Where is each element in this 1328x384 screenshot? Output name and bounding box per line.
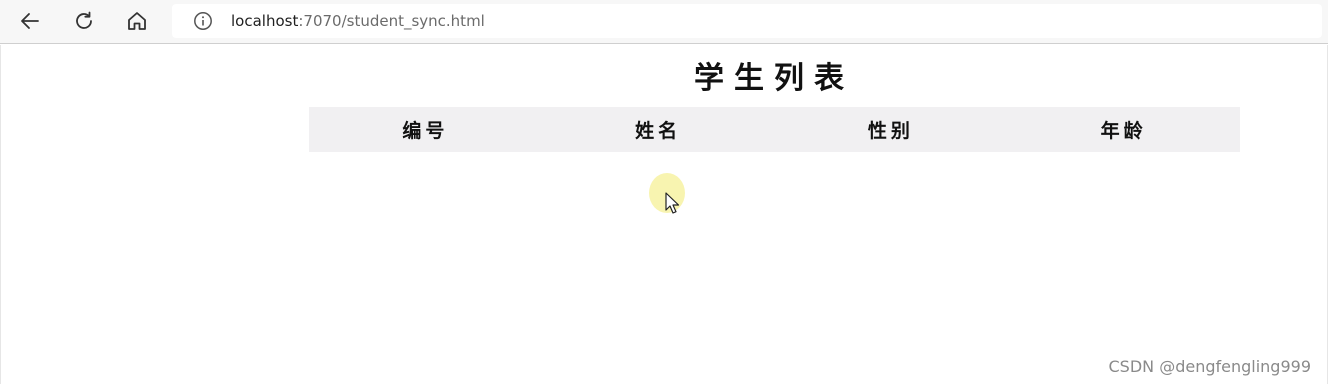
mouse-pointer-icon	[665, 192, 680, 214]
url-text[interactable]: localhost:7070/student_sync.html	[231, 12, 485, 30]
column-header-name: 姓名	[635, 120, 682, 142]
student-table: 编号 姓名 性别 年龄	[309, 107, 1240, 152]
home-button[interactable]	[121, 6, 153, 36]
page-title: 学生列表	[694, 61, 854, 96]
home-icon	[128, 12, 146, 30]
browser-toolbar: localhost:7070/student_sync.html	[0, 0, 1328, 44]
url-host: localhost	[231, 12, 299, 30]
column-header-gender: 性别	[867, 120, 914, 142]
reload-button[interactable]	[68, 6, 100, 36]
page-content: 学生列表 编号 姓名 性别 年龄 CSDN @dengfengling999	[0, 45, 1328, 384]
watermark: CSDN @dengfengling999	[1108, 357, 1312, 376]
back-button[interactable]	[14, 6, 46, 36]
column-header-id: 编号	[402, 120, 449, 142]
arrow-left-icon	[21, 13, 39, 29]
url-path: :7070/student_sync.html	[298, 12, 485, 30]
address-bar[interactable]: localhost:7070/student_sync.html	[172, 4, 1322, 38]
reload-icon	[76, 11, 92, 29]
info-icon[interactable]	[193, 11, 213, 31]
column-header-age: 年龄	[1100, 120, 1147, 142]
table-header-row: 编号 姓名 性别 年龄	[309, 107, 1240, 152]
